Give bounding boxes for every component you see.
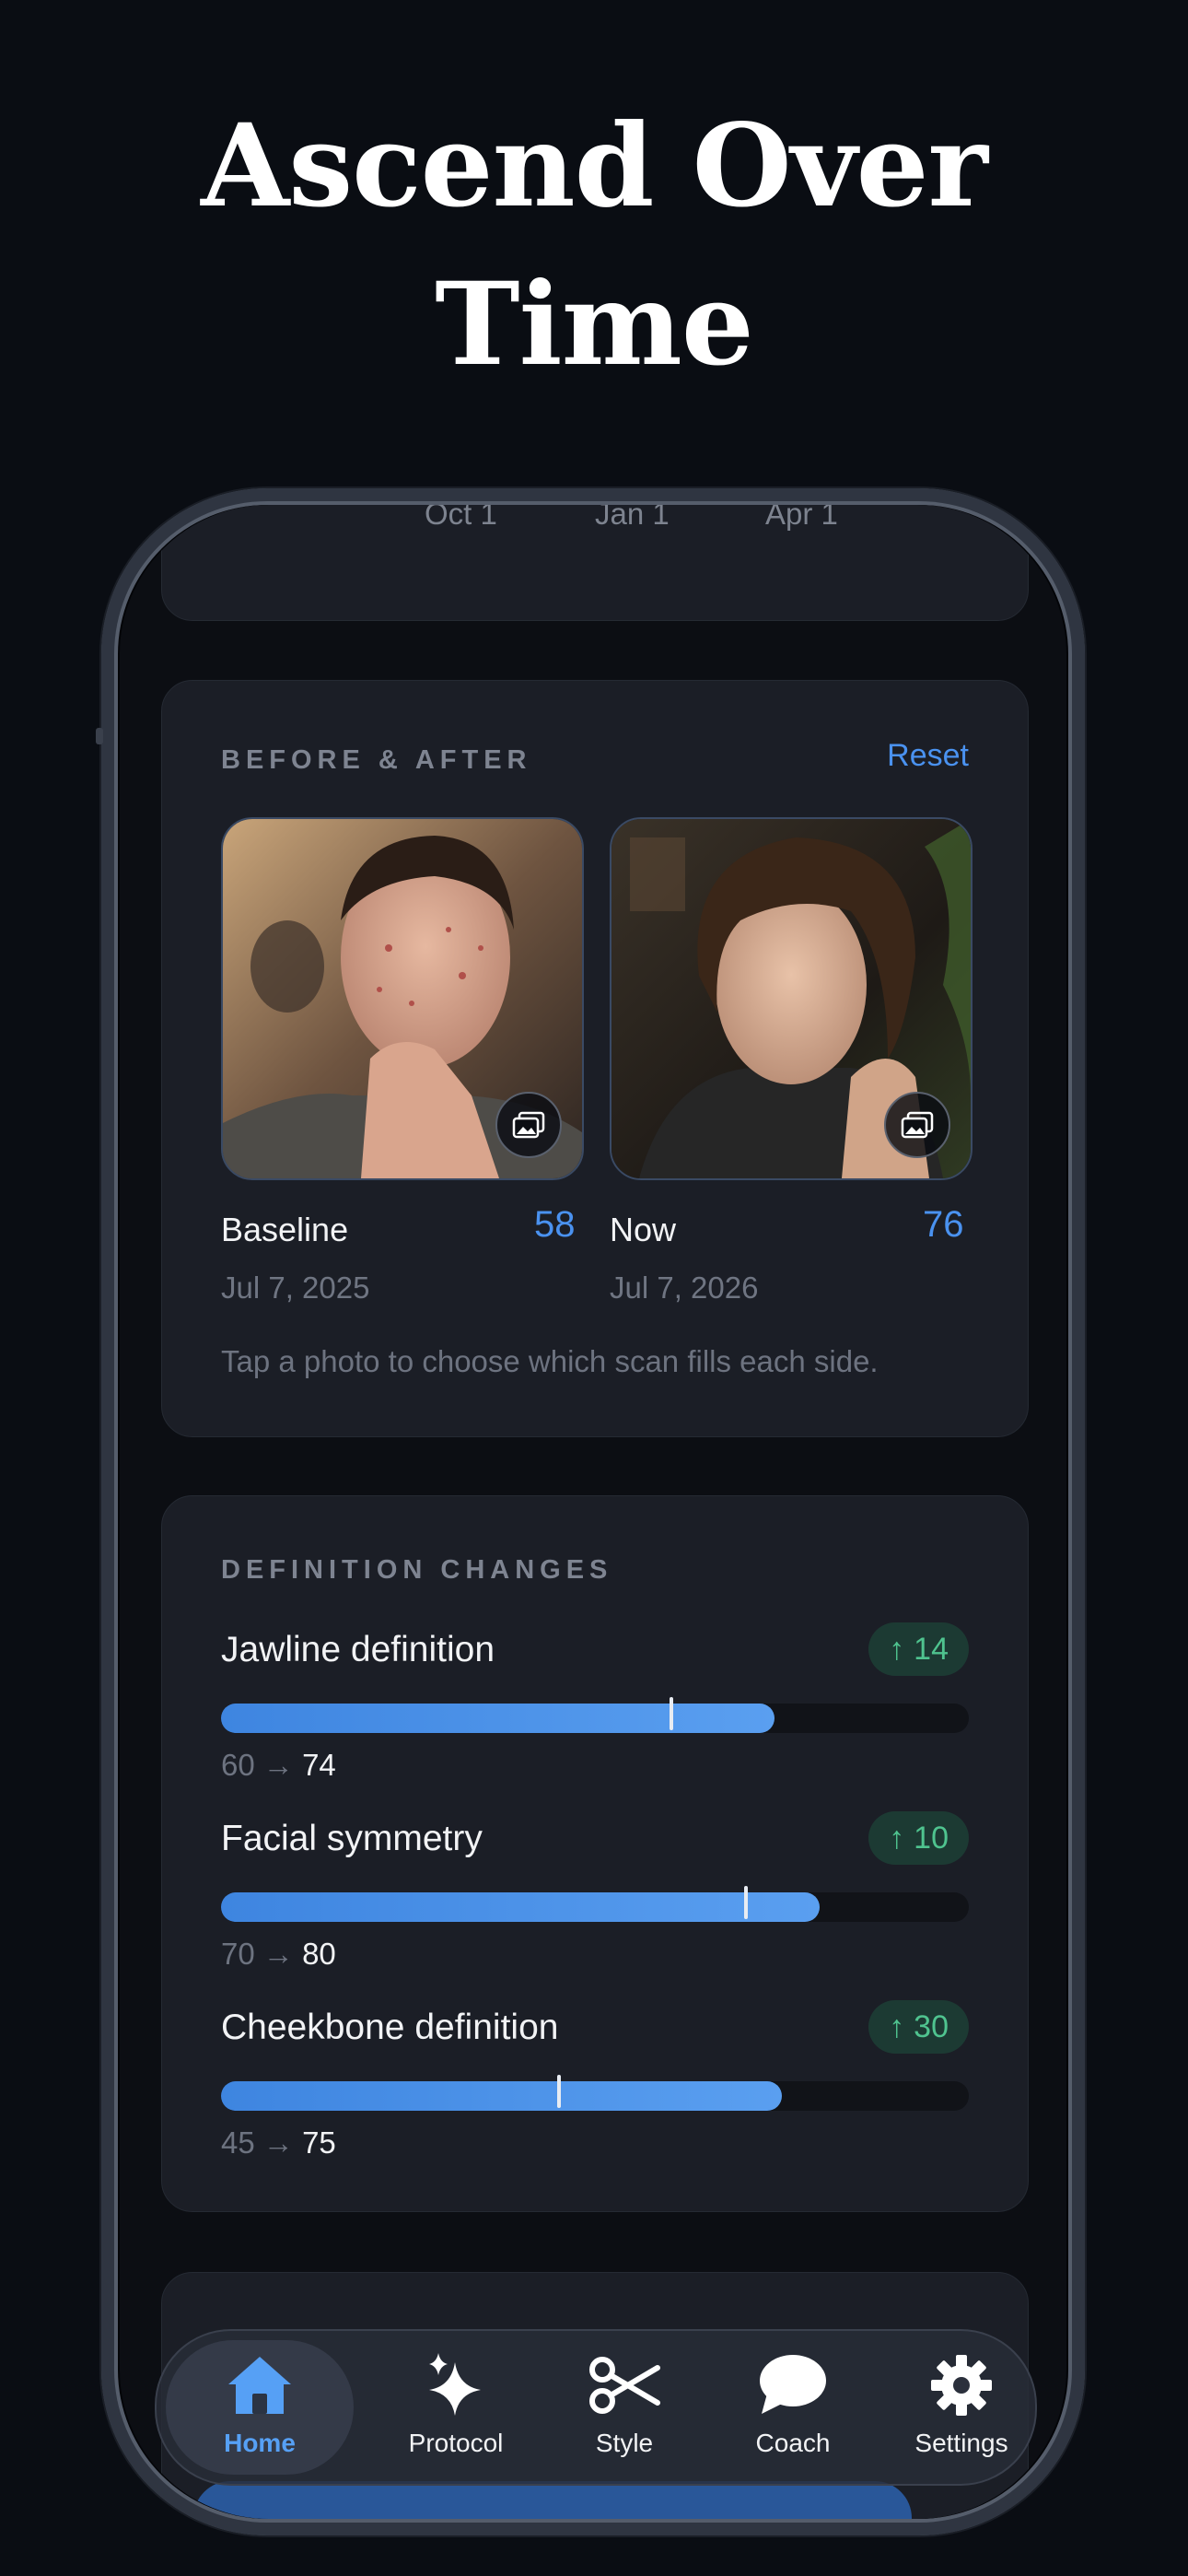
- metric-progress-track: [221, 1886, 969, 1922]
- arrow-right-icon: →: [262, 2125, 294, 2160]
- next-card-action-peek: [193, 2481, 912, 2519]
- metric-values: 70 → 80: [221, 1937, 336, 1972]
- axis-tick-label: Jan 1: [595, 505, 670, 531]
- tab-coach[interactable]: Coach: [705, 2331, 880, 2484]
- arrow-right-icon: →: [262, 1937, 294, 1971]
- tab-style[interactable]: Style: [537, 2331, 712, 2484]
- tab-label: Style: [595, 2429, 654, 2457]
- baseline-date: Jul 7, 2025: [221, 1270, 370, 1305]
- progress-timeline-card: Oct 1 Jan 1 Apr 1 0: [161, 505, 1029, 621]
- metric-to-value: 75: [302, 2125, 336, 2160]
- metric-to-value: 74: [302, 1748, 336, 1782]
- tab-label: Coach: [755, 2429, 831, 2457]
- headline: Ascend Over Time: [0, 88, 1188, 404]
- baseline-score: 58: [534, 1204, 576, 1245]
- metric-progress-track: [221, 1697, 969, 1733]
- arrow-up-icon: ↑: [889, 1820, 905, 1856]
- arrow-up-icon: ↑: [889, 2008, 905, 2044]
- metric-symmetry: Facial symmetry ↑ 10 70 → 80: [221, 1811, 969, 1975]
- arrow-right-icon: →: [262, 1748, 294, 1782]
- metric-delta-badge: ↑ 14: [868, 1622, 969, 1676]
- metric-to-value: 80: [302, 1937, 336, 1971]
- chat-bubble-icon: [760, 2355, 826, 2414]
- choose-photo-button[interactable]: [884, 1092, 950, 1158]
- axis-tick-label: Oct 1: [425, 505, 497, 531]
- now-label: Now: [610, 1211, 677, 1248]
- metric-delta-badge: ↑ 10: [868, 1811, 969, 1865]
- metric-name: Jawline definition: [221, 1630, 495, 1669]
- phone-screen: Oct 1 Jan 1 Apr 1 0 BEFORE & AFTER Reset: [120, 505, 1066, 2519]
- headline-line-1: Ascend Over: [201, 100, 988, 233]
- arrow-up-icon: ↑: [889, 1631, 905, 1667]
- section-title: BEFORE & AFTER: [221, 745, 532, 775]
- metric-from-value: 70: [221, 1937, 255, 1971]
- metric-baseline-marker: [557, 2075, 561, 2108]
- section-title: DEFINITION CHANGES: [221, 1555, 613, 1585]
- house-icon: [228, 2357, 291, 2414]
- now-score: 76: [923, 1204, 964, 1245]
- metric-values: 45 → 75: [221, 2125, 336, 2160]
- bottom-tab-bar: Home Protocol Style Coach Settings: [155, 2329, 1037, 2486]
- metric-progress-fill: [221, 2081, 782, 2111]
- metric-baseline-marker: [744, 1886, 748, 1919]
- reset-button[interactable]: Reset: [887, 738, 969, 774]
- metric-name: Facial symmetry: [221, 1819, 483, 1858]
- phone-side-button: [96, 728, 103, 744]
- metric-baseline-marker: [670, 1697, 673, 1730]
- metric-values: 60 → 74: [221, 1748, 336, 1783]
- metric-delta-badge: ↑ 30: [868, 2000, 969, 2054]
- tab-label: Protocol: [408, 2429, 504, 2457]
- tab-home[interactable]: Home: [166, 2340, 354, 2475]
- before-after-hint: Tap a photo to choose which scan fills e…: [221, 1344, 879, 1378]
- before-after-card: BEFORE & AFTER Reset Baseline 58 Jul 7, …: [161, 680, 1029, 1437]
- metric-from-value: 60: [221, 1748, 255, 1782]
- baseline-photo[interactable]: [221, 817, 584, 1180]
- metric-cheekbone: Cheekbone definition ↑ 30 45 → 75: [221, 2000, 969, 2164]
- metric-delta-value: 10: [914, 1820, 949, 1856]
- metric-jawline: Jawline definition ↑ 14 60 → 74: [221, 1622, 969, 1786]
- tab-label: Settings: [914, 2429, 1008, 2457]
- metric-from-value: 45: [221, 2125, 255, 2160]
- photo-gallery-icon: [512, 1111, 545, 1139]
- tab-settings[interactable]: Settings: [874, 2331, 1049, 2484]
- definition-changes-card: DEFINITION CHANGES Jawline definition ↑ 1…: [161, 1495, 1029, 2212]
- axis-tick-label: Apr 1: [765, 505, 838, 531]
- baseline-label: Baseline: [221, 1211, 349, 1248]
- gear-icon: [931, 2355, 992, 2416]
- tab-protocol[interactable]: Protocol: [368, 2331, 543, 2484]
- photo-gallery-icon: [901, 1111, 934, 1139]
- sparkles-icon: [429, 2353, 481, 2416]
- metric-delta-value: 14: [914, 1631, 949, 1667]
- metric-delta-value: 30: [914, 2008, 949, 2044]
- metric-progress-fill: [221, 1704, 775, 1733]
- tab-label: Home: [224, 2429, 296, 2457]
- headline-line-2: Time: [435, 258, 753, 392]
- metric-progress-fill: [221, 1892, 820, 1922]
- metric-name: Cheekbone definition: [221, 2008, 559, 2047]
- metric-progress-track: [221, 2075, 969, 2111]
- now-photo[interactable]: [610, 817, 973, 1180]
- scissors-icon: [589, 2357, 660, 2414]
- choose-photo-button[interactable]: [495, 1092, 562, 1158]
- now-date: Jul 7, 2026: [610, 1270, 759, 1305]
